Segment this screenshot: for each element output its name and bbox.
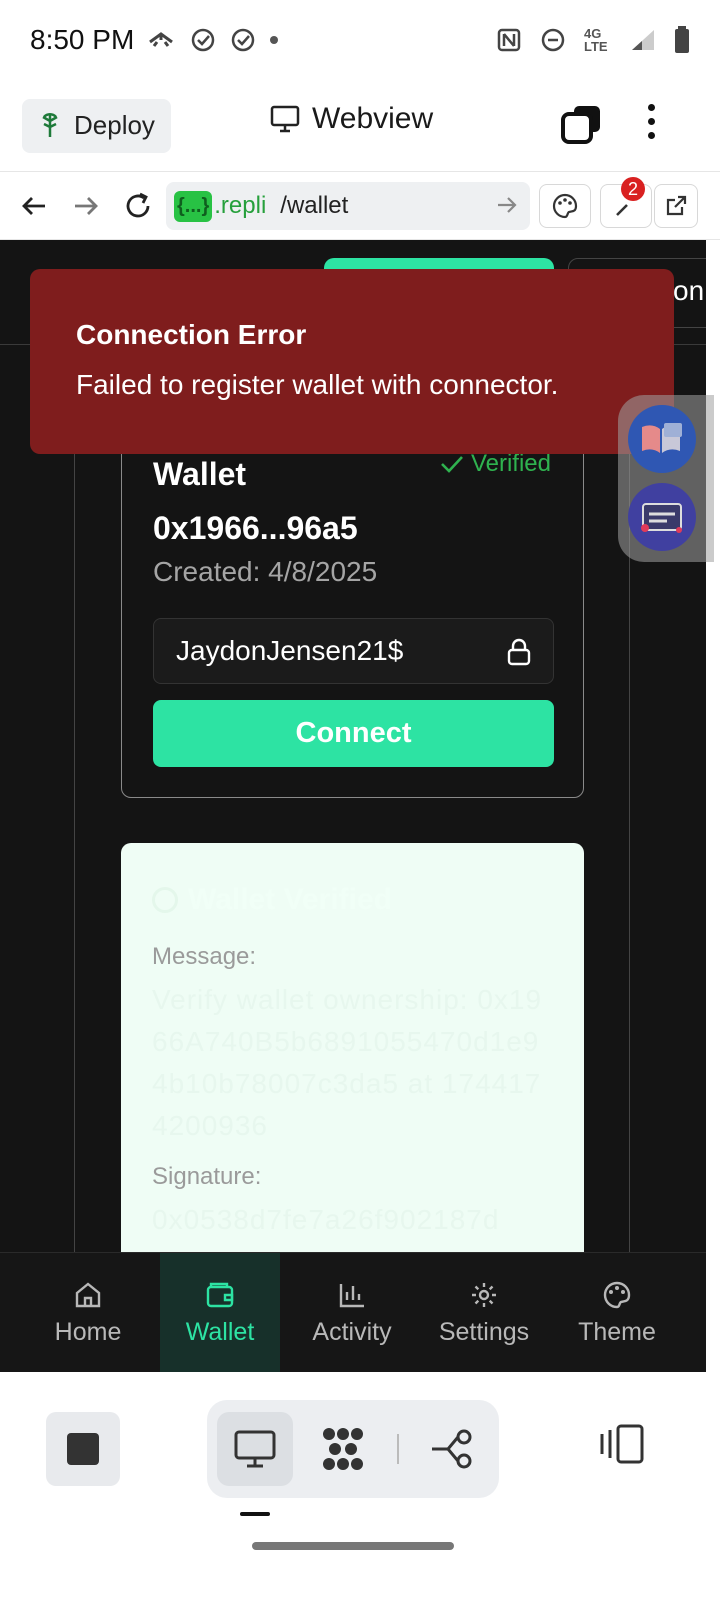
nav-settings-label: Settings (438, 1317, 530, 1346)
external-link-icon (666, 195, 687, 216)
flow-icon (432, 1429, 472, 1469)
active-view-indicator (240, 1512, 270, 1516)
replit-logo: {...} (174, 190, 213, 222)
header-secondary-fragment: on (673, 275, 705, 306)
wallet-icon (206, 1282, 234, 1307)
bar-chart-icon (339, 1283, 364, 1307)
url-path: /wallet (280, 192, 349, 219)
do-not-disturb-icon (541, 28, 565, 52)
monitor-icon (234, 1430, 276, 1468)
reload-icon (126, 192, 150, 217)
drone-icon (149, 32, 174, 47)
share-flow-button[interactable] (415, 1412, 491, 1486)
verified-card-title: Wallet Verified (152, 883, 392, 917)
network-type-label: 4G LTE (584, 26, 608, 54)
bottom-navigation: Home Wallet Activity Settings Theme (0, 1252, 706, 1372)
reader-bubble[interactable] (628, 405, 696, 473)
wallet-password-value: JaydonJensen21$ (176, 635, 404, 666)
forward-button[interactable] (66, 186, 106, 226)
status-bar: 8:50 PM 4G LTE (0, 0, 720, 80)
signature-value: 0x0538d7fe7a26f902187d (152, 1204, 500, 1235)
webview-title[interactable]: Webview (270, 102, 433, 136)
arrow-right-icon (75, 196, 98, 215)
url-bar: {...} .repli /wallet 2 (0, 172, 720, 240)
wallet-address: 0x1966...96a5 (153, 510, 358, 546)
floating-tools-panel (618, 395, 714, 562)
check-icon (441, 456, 463, 473)
subtitles-icon (641, 503, 682, 533)
check-circle-icon (232, 28, 255, 52)
gesture-home-bar[interactable] (252, 1542, 454, 1550)
reader-icon (642, 423, 682, 453)
wallet-created-date: Created: 4/8/2025 (153, 556, 378, 587)
layout-toggle-icon[interactable] (600, 1424, 646, 1464)
open-external-button[interactable] (654, 184, 698, 228)
verified-card-title-text: Wallet Verified (188, 883, 392, 916)
gear-icon (472, 1282, 496, 1307)
nav-activity-label: Activity (312, 1317, 392, 1346)
nfc-icon (497, 28, 521, 52)
deploy-button[interactable]: Deploy (22, 98, 171, 153)
monitor-icon (270, 105, 300, 133)
desktop-view-button[interactable] (217, 1412, 293, 1486)
container-border-left (74, 344, 75, 1264)
back-button[interactable] (14, 186, 54, 226)
nav-home-label: Home (54, 1317, 122, 1346)
stop-icon (67, 1433, 99, 1465)
connect-button[interactable]: Connect (153, 700, 554, 767)
devtools-button[interactable]: 2 (600, 177, 652, 228)
deploy-label: Deploy (74, 110, 155, 140)
status-notification-icons (146, 27, 279, 53)
status-time: 8:50 PM (30, 24, 135, 55)
view-group-divider (397, 1434, 399, 1464)
stop-button[interactable] (46, 1412, 120, 1486)
nav-wallet-label: Wallet (185, 1317, 255, 1346)
signal-icon (632, 30, 654, 50)
url-input[interactable]: {...} .repli /wallet (166, 182, 530, 230)
nav-activity[interactable]: Activity (286, 1253, 418, 1372)
nav-wallet[interactable]: Wallet (160, 1253, 280, 1372)
nav-home[interactable]: Home (22, 1253, 154, 1372)
palette-icon (603, 1281, 631, 1308)
home-icon (75, 1281, 101, 1307)
app-toolbar: Deploy Webview (0, 80, 720, 172)
more-options-icon[interactable] (648, 104, 655, 139)
verified-label: Verified (470, 450, 551, 477)
deploy-icon (42, 112, 58, 137)
wallet-password-field[interactable]: JaydonJensen21$ (153, 618, 554, 684)
wallet-name: Wallet (153, 456, 247, 492)
nav-theme[interactable]: Theme (551, 1253, 683, 1372)
toast-message: Failed to register wallet with connector… (76, 369, 559, 400)
error-toast[interactable]: Connection Error Failed to register wall… (30, 269, 674, 454)
reload-button[interactable] (118, 186, 158, 226)
message-value: Verify wallet ownership: 0x1966A740B5b68… (152, 984, 543, 1141)
theme-palette-button[interactable] (539, 184, 591, 228)
status-system-icons: 4G LTE (496, 26, 690, 54)
wallet-card: Verified Wallet 0x1966...96a5 Created: 4… (121, 425, 584, 798)
view-mode-group (207, 1400, 499, 1498)
signature-label: Signature: (152, 1163, 262, 1190)
toast-title: Connection Error (76, 319, 307, 350)
check-circle-icon (152, 887, 178, 913)
message-label: Message: (152, 943, 257, 970)
battery-icon (675, 26, 689, 53)
arrow-left-icon (22, 196, 45, 215)
devtools-badge: 2 (621, 177, 645, 201)
more-notifications-dot (270, 36, 279, 44)
lock-icon (507, 638, 531, 666)
palette-icon (552, 193, 578, 219)
cluster-icon (323, 1428, 363, 1470)
verified-status: Verified (439, 450, 551, 478)
go-arrow-icon[interactable] (496, 194, 518, 216)
subtitles-bubble[interactable] (628, 483, 696, 551)
wallet-verified-card: Wallet Verified Message: Verify wallet o… (121, 843, 584, 1263)
nav-theme-label: Theme (578, 1317, 656, 1346)
url-host: .repli (214, 192, 267, 219)
grid-view-button[interactable] (305, 1412, 381, 1486)
check-circle-icon (192, 28, 215, 52)
nav-settings[interactable]: Settings (418, 1253, 550, 1372)
new-tab-icon[interactable] (560, 104, 602, 146)
webview-title-label: Webview (312, 102, 434, 135)
system-bottom-bar (0, 1372, 720, 1600)
